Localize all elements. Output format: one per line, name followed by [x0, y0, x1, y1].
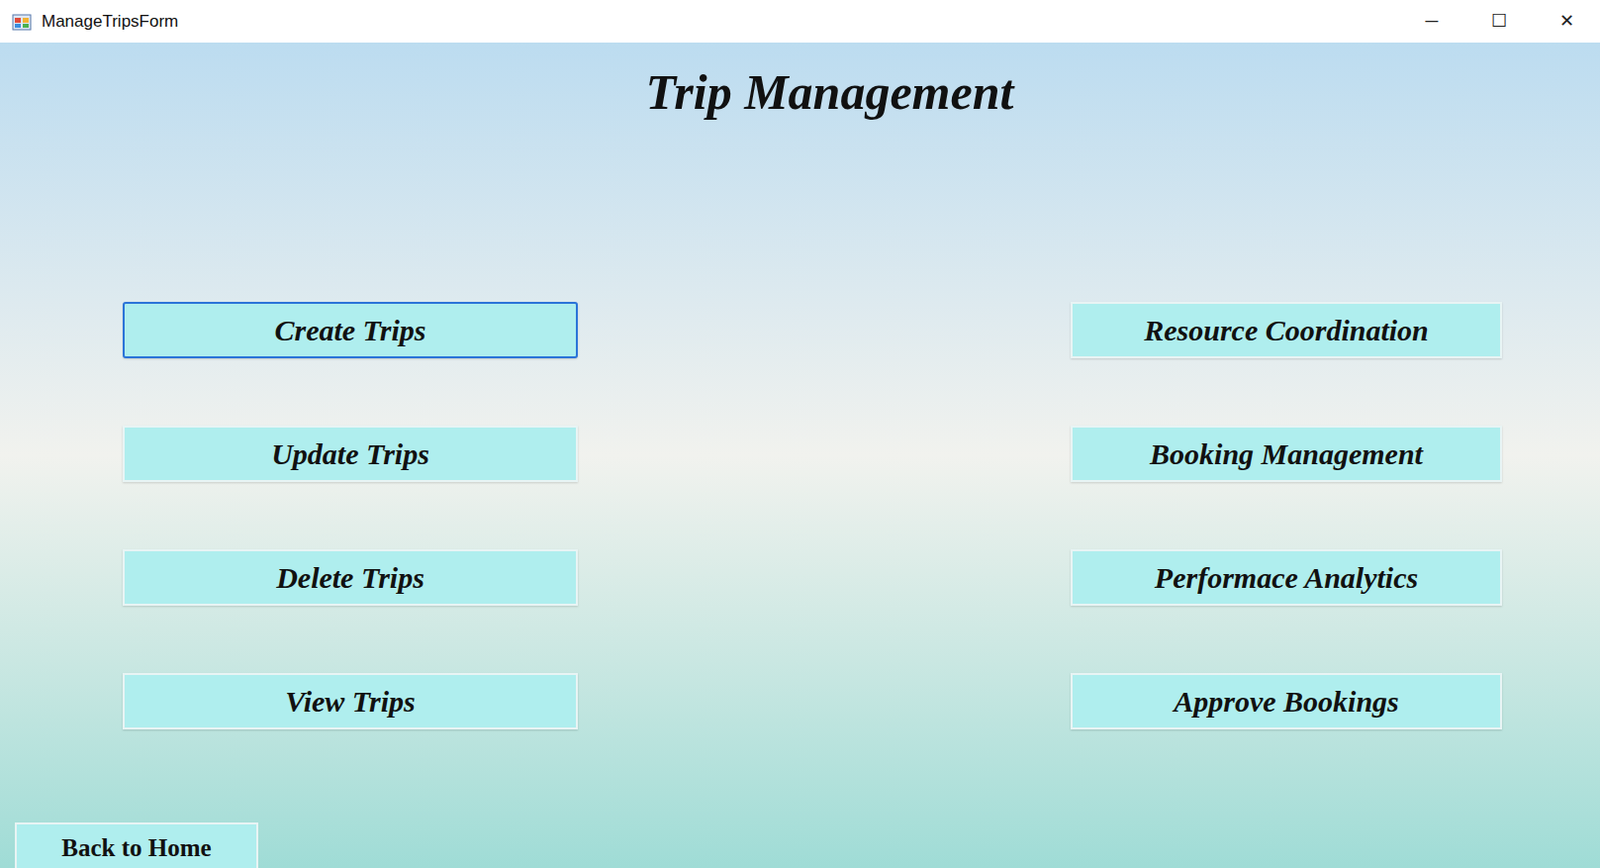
trip-menu-button[interactable]: Performace Analytics [1070, 549, 1503, 606]
back-to-home-button[interactable]: Back to Home [14, 822, 259, 868]
right-column: Resource Coordination Booking Management P… [1070, 301, 1503, 730]
page-heading: Trip Management [0, 60, 1600, 124]
app-icon [11, 11, 32, 32]
trip-menu-button[interactable]: Booking Management [1070, 425, 1503, 482]
window-control-button[interactable]: ☐ [1465, 0, 1533, 43]
window-title: ManageTripsForm [41, 8, 179, 35]
trip-menu-button[interactable]: Create Trips [122, 301, 578, 359]
window-control-button[interactable]: ✕ [1532, 0, 1600, 43]
button-columns: Create Trips Update Trips Delete Trips View… [0, 301, 1600, 730]
window-controls: ─☐✕ [1398, 0, 1600, 43]
background-photo: Trip Management Create Trips Update Trips D… [0, 42, 1600, 868]
trip-menu-button[interactable]: View Trips [122, 672, 578, 730]
left-column: Create Trips Update Trips Delete Trips View… [122, 301, 578, 730]
trip-menu-button[interactable]: Resource Coordination [1070, 301, 1503, 359]
title-bar: ManageTripsForm ─☐✕ [0, 0, 1600, 43]
window-control-button[interactable]: ─ [1398, 0, 1466, 43]
trip-menu-button[interactable]: Delete Trips [122, 549, 578, 606]
manage-trips-window: ManageTripsForm ─☐✕ Trip Management Create … [0, 0, 1600, 868]
trip-menu-button[interactable]: Update Trips [122, 425, 578, 482]
trip-menu-button[interactable]: Approve Bookings [1070, 672, 1503, 730]
